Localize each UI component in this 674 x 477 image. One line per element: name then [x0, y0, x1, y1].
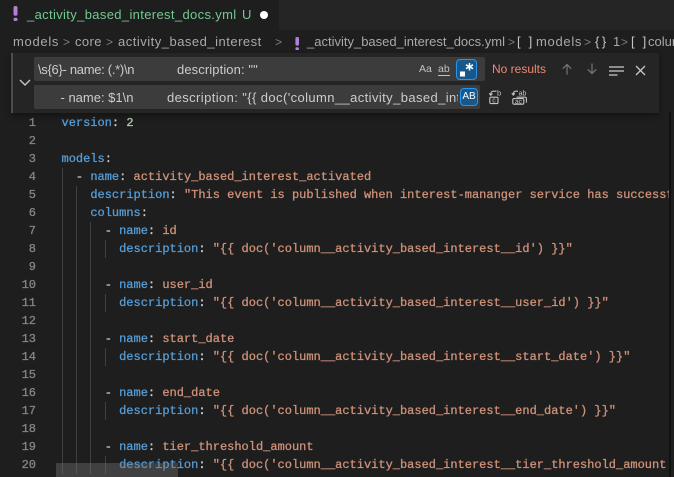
svg-text:ab: ab: [519, 90, 527, 97]
svg-text:c: c: [492, 98, 496, 105]
svg-text:ac: ac: [515, 99, 523, 105]
svg-text:b: b: [497, 89, 501, 97]
